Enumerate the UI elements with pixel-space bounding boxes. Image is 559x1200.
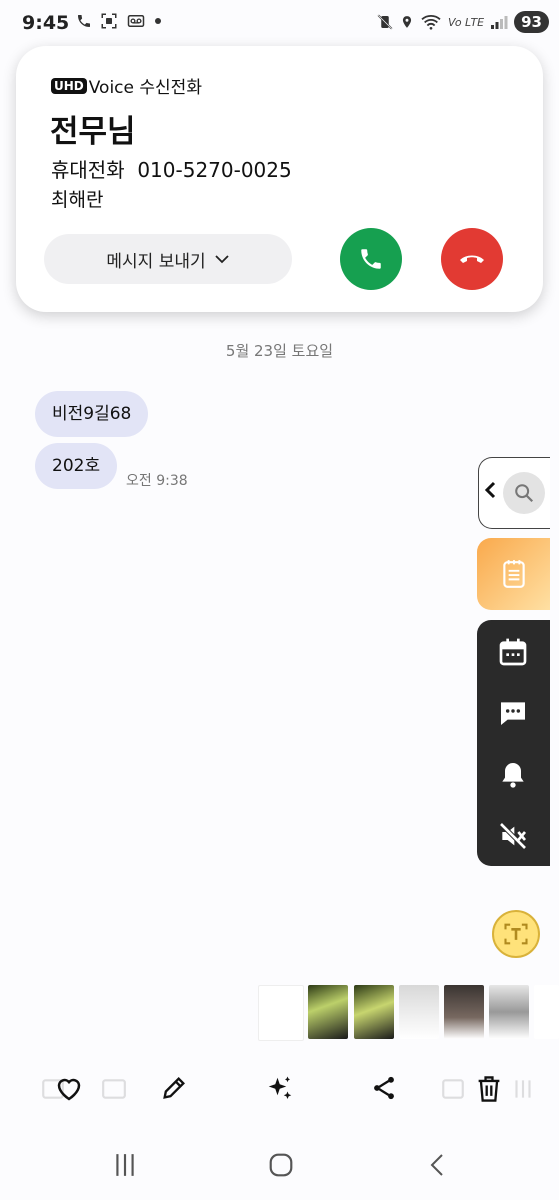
signal-icon xyxy=(491,16,508,29)
battery-badge: 93 xyxy=(514,11,549,33)
status-left-icons xyxy=(76,12,162,30)
chevron-down-icon xyxy=(214,255,229,264)
phone-number: 010-5270-0025 xyxy=(137,158,292,182)
phone-icon xyxy=(361,249,381,269)
mute-icon[interactable] xyxy=(497,820,529,852)
message-bubble[interactable]: 비전9길68 xyxy=(35,391,149,437)
edge-search-tab[interactable] xyxy=(478,457,550,529)
thumbnail[interactable] xyxy=(258,985,304,1041)
bottom-toolbar xyxy=(0,1062,559,1118)
screen-icon xyxy=(442,1079,464,1099)
thumbnail[interactable] xyxy=(534,985,559,1039)
recents-icon[interactable] xyxy=(112,1152,138,1178)
search-icon xyxy=(515,484,534,503)
phone-status-icon xyxy=(78,15,90,27)
thumbnail[interactable] xyxy=(308,985,348,1039)
phone-line: 휴대전화 010-5270-0025 xyxy=(51,154,292,183)
incoming-call-card: UHD Voice 수신전화 전무님 휴대전화 010-5270-0025 최해… xyxy=(16,46,543,312)
hang-up-icon xyxy=(460,255,484,263)
chevron-left-icon xyxy=(484,481,496,499)
call-type-label: Voice 수신전화 xyxy=(88,78,202,98)
edge-quick-tools xyxy=(477,620,550,866)
message-bubble[interactable]: 202호 xyxy=(35,443,118,489)
trash-icon[interactable] xyxy=(475,1074,503,1104)
heart-icon[interactable] xyxy=(54,1074,84,1104)
send-message-button[interactable]: 메시지 보내기 xyxy=(44,234,292,284)
chat-icon[interactable] xyxy=(497,697,529,729)
decline-call-button[interactable] xyxy=(441,228,503,290)
phone-label: 휴대전화 xyxy=(51,158,125,182)
recent-images-strip xyxy=(258,980,559,1041)
dot-status-icon xyxy=(155,18,161,24)
notes-icon xyxy=(502,560,525,588)
message-timestamp: 오전 9:38 xyxy=(126,473,188,489)
send-message-label: 메시지 보내기 xyxy=(106,251,206,272)
edit-icon[interactable] xyxy=(160,1074,188,1102)
screenshot-status-icon xyxy=(101,13,117,29)
uhd-badge: UHD xyxy=(51,77,87,94)
status-time: 9:45 xyxy=(22,12,70,34)
thumbnail[interactable] xyxy=(399,985,439,1039)
thumbnail[interactable] xyxy=(489,985,529,1039)
search-button[interactable] xyxy=(503,472,545,514)
caller-subtitle: 최해란 xyxy=(51,189,104,211)
location-icon xyxy=(402,16,412,28)
vibrate-mute-icon xyxy=(377,14,393,30)
back-icon[interactable] xyxy=(426,1152,450,1178)
call-type-row: UHD Voice 수신전화 xyxy=(51,73,202,98)
caller-name: 전무님 xyxy=(50,114,136,150)
accept-call-button[interactable] xyxy=(340,228,402,290)
more-icon xyxy=(515,1080,531,1098)
status-bar: 9:45 Vo LTE 93 xyxy=(0,0,559,46)
voicemail-status-icon xyxy=(127,15,145,27)
ai-sparkle-icon[interactable] xyxy=(265,1074,295,1104)
notes-shortcut[interactable] xyxy=(477,538,550,610)
thumbnail[interactable] xyxy=(444,985,484,1039)
image-icon xyxy=(102,1079,126,1099)
text-scan-icon xyxy=(504,923,528,945)
home-icon[interactable] xyxy=(268,1152,294,1178)
bell-icon[interactable] xyxy=(497,759,529,791)
navigation-bar xyxy=(0,1140,559,1190)
wifi-icon xyxy=(421,15,441,30)
date-header: 5월 23일 토요일 xyxy=(225,342,334,360)
calendar-icon[interactable] xyxy=(497,636,529,668)
thumbnail[interactable] xyxy=(354,985,394,1039)
share-icon[interactable] xyxy=(370,1074,398,1102)
status-right-icons: Vo LTE 93 xyxy=(376,11,549,33)
network-label: Vo LTE xyxy=(447,15,485,29)
text-extract-button[interactable] xyxy=(492,910,540,958)
